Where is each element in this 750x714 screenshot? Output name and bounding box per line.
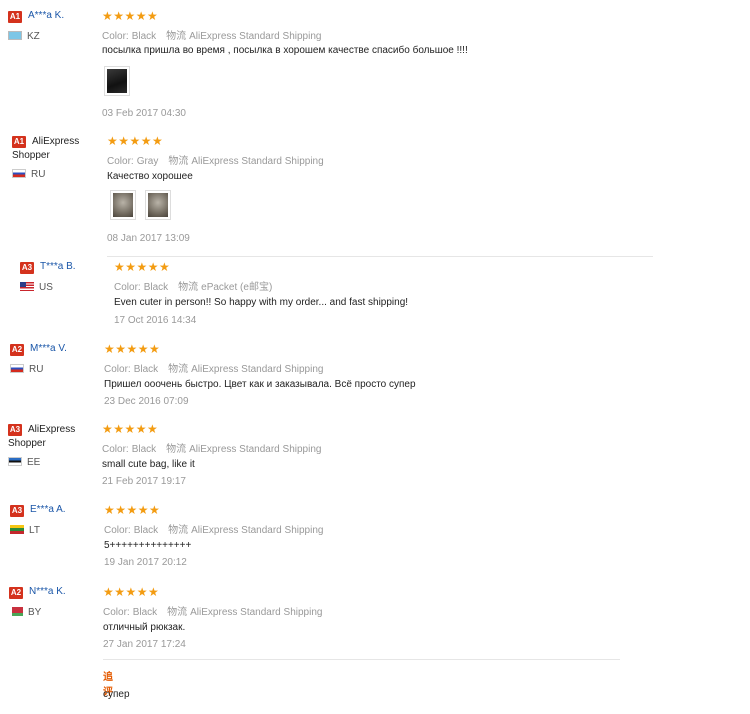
flag-icon: [20, 282, 34, 291]
buyer-level-badge: A3: [10, 505, 24, 517]
rating-stars: ★★★★★: [104, 503, 161, 517]
reviewer-name[interactable]: T***a B.: [40, 261, 76, 272]
review-text: посылка пришла во время , посылка в хоро…: [102, 45, 468, 56]
flag-icon: [10, 525, 24, 534]
reviewer-country: BY: [9, 607, 41, 618]
buyer-level-badge: A2: [10, 344, 24, 356]
flag-icon: [8, 457, 22, 466]
review-text: отличный рюкзак.: [103, 622, 186, 633]
order-info: Color: Black 物流 AliExpress Standard Shippin…: [102, 444, 322, 455]
rating-stars: ★★★★★: [102, 9, 159, 23]
buyer-level-badge: A3: [20, 262, 34, 274]
rating-stars: ★★★★★: [107, 134, 164, 148]
order-info: Color: Black 物流 AliExpress Standard Shippin…: [102, 31, 322, 42]
rating-stars: ★★★★★: [114, 260, 171, 274]
rating-stars: ★★★★★: [103, 585, 160, 599]
divider: [103, 659, 620, 660]
review-text: 5++++++++++++++: [104, 540, 192, 551]
flag-icon: [8, 31, 22, 40]
review-date: 27 Jan 2017 17:24: [103, 639, 186, 650]
flag-icon: [9, 607, 23, 616]
rating-stars: ★★★★★: [104, 342, 161, 356]
review-text: Even cuter in person!! So happy with my …: [114, 297, 409, 308]
order-info: Color: Gray 物流 AliExpress Standard Shipping: [107, 156, 324, 167]
review-text: Пришел ооочень быстро. Цвет как и заказы…: [104, 379, 416, 390]
review-date: 17 Oct 2016 14:34: [114, 315, 197, 326]
review-photo[interactable]: [104, 66, 130, 96]
reviewer-country: KZ: [8, 31, 40, 42]
review-text: small cute bag, like it: [102, 459, 195, 470]
reviewer-country: EE: [8, 457, 40, 468]
review-photo[interactable]: [110, 190, 136, 220]
reviewer-country: RU: [10, 364, 43, 375]
review-text: Качество хорошее: [107, 171, 193, 182]
reviewer-name[interactable]: N***a K.: [29, 586, 66, 597]
divider: [107, 256, 653, 257]
review-date: 23 Dec 2016 07:09: [104, 396, 189, 407]
followup-text: супер: [103, 689, 130, 700]
reviewer-country: LT: [10, 525, 40, 536]
reviewer-name[interactable]: AliExpress Shopper: [8, 423, 88, 451]
review-date: 21 Feb 2017 19:17: [102, 476, 186, 487]
review-date: 19 Jan 2017 20:12: [104, 557, 187, 568]
reviewer-name[interactable]: A***a K.: [28, 10, 64, 21]
flag-icon: [12, 169, 26, 178]
reviewer-country: RU: [12, 169, 45, 180]
order-info: Color: Black 物流 AliExpress Standard Shippin…: [104, 525, 324, 536]
reviewer-name[interactable]: M***a V.: [30, 343, 67, 354]
rating-stars: ★★★★★: [102, 422, 159, 436]
reviewer-name[interactable]: E***a A.: [30, 504, 66, 515]
review-date: 03 Feb 2017 04:30: [102, 108, 186, 119]
order-info: Color: Black 物流 AliExpress Standard Shippin…: [104, 364, 324, 375]
order-info: Color: Black 物流 ePacket (e邮宝): [114, 282, 273, 293]
review-photo[interactable]: [145, 190, 171, 220]
review-date: 08 Jan 2017 13:09: [107, 233, 190, 244]
buyer-level-badge: A2: [9, 587, 23, 599]
order-info: Color: Black 物流 AliExpress Standard Shippin…: [103, 607, 323, 618]
reviewer-country: US: [20, 282, 53, 293]
reviewer-name[interactable]: AliExpress Shopper: [12, 135, 92, 163]
buyer-level-badge: A1: [8, 11, 22, 23]
flag-icon: [10, 364, 24, 373]
